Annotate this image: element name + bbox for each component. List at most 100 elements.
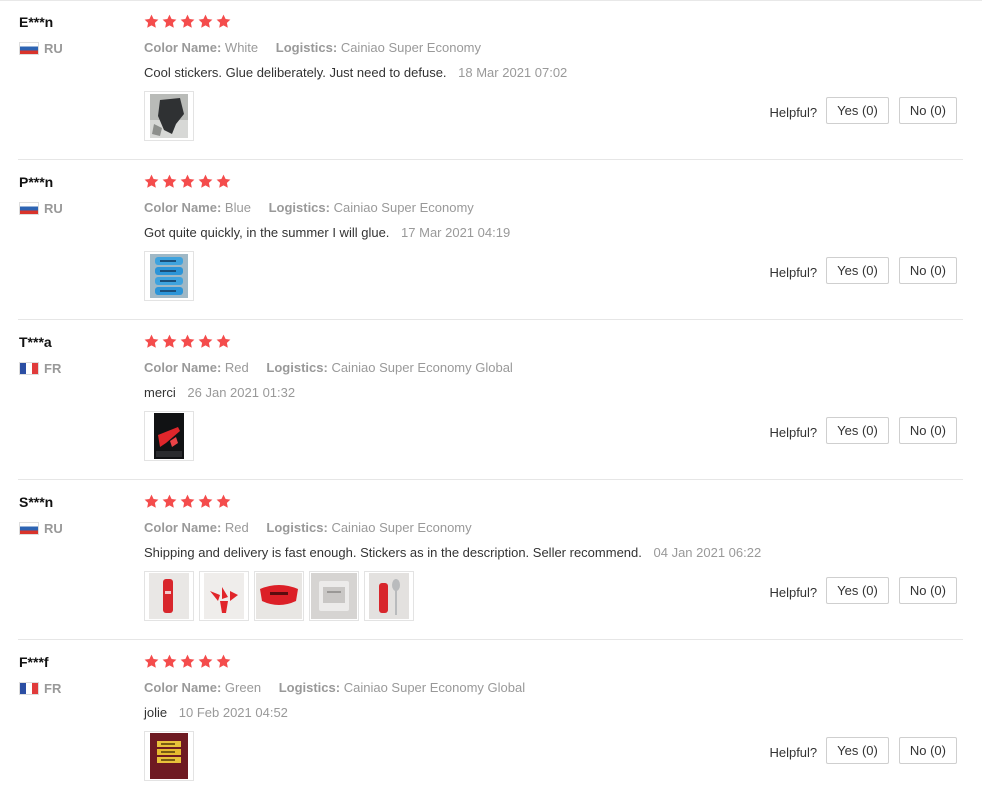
reviewer-name: F***f	[19, 654, 49, 670]
russia-flag-icon	[19, 201, 39, 215]
color-value: White	[224, 40, 259, 55]
logistics-label: Logistics:	[266, 520, 328, 535]
review-photo-thumbnail[interactable]	[144, 571, 194, 621]
star-icon	[162, 174, 177, 188]
review-text: Cool stickers. Glue deliberately. Just n…	[144, 65, 447, 80]
star-rating	[144, 334, 231, 349]
logistics-value: Cainiao Super Economy	[333, 200, 474, 215]
review-photo-thumbnail[interactable]	[144, 251, 194, 301]
logistics-value: Cainiao Super Economy	[340, 40, 482, 55]
review-photo-thumbnail[interactable]	[364, 571, 414, 621]
logistics-value: Cainiao Super Economy Global	[331, 360, 513, 375]
helpful-yes-button[interactable]: Yes (0)	[826, 737, 889, 764]
review-photos	[144, 731, 194, 781]
country-code: RU	[44, 520, 63, 536]
star-icon	[180, 494, 195, 508]
star-icon	[198, 494, 213, 508]
star-icon	[180, 174, 195, 188]
reviewer-country: RU	[19, 520, 63, 536]
helpful-no-button[interactable]: No (0)	[898, 257, 957, 284]
helpful-no-button[interactable]: No (0)	[898, 737, 957, 764]
color-value: Blue	[224, 200, 251, 215]
review-item: T***a FR Color Name: Red Logistics: Cain…	[0, 320, 982, 480]
review-item: F***f FR Color Name: Green Logistics: Ca…	[0, 640, 982, 800]
review-attributes: Color Name: White Logistics: Cainiao Sup…	[144, 40, 481, 55]
helpful-yes-button[interactable]: Yes (0)	[826, 257, 889, 284]
star-icon	[180, 654, 195, 668]
review-photos	[144, 411, 194, 461]
logistics-value: Cainiao Super Economy	[331, 520, 472, 535]
star-icon	[180, 14, 195, 28]
review-item: E***n RU Color Name: White Logistics: Ca…	[0, 0, 982, 160]
logistics-value: Cainiao Super Economy Global	[343, 680, 526, 695]
reviewer-name: S***n	[19, 494, 54, 510]
country-code: FR	[44, 680, 62, 696]
review-attributes: Color Name: Red Logistics: Cainiao Super…	[144, 360, 513, 375]
helpful-yes-button[interactable]: Yes (0)	[826, 417, 889, 444]
reviewer-name: E***n	[19, 14, 54, 30]
helpful-no-button[interactable]: No (0)	[898, 577, 957, 604]
review-body: Shipping and delivery is fast enough. St…	[144, 545, 761, 560]
reviewer-country: RU	[19, 200, 63, 216]
russia-flag-icon	[19, 41, 39, 55]
review-photo-thumbnail[interactable]	[309, 571, 359, 621]
star-icon	[162, 334, 177, 348]
review-body: jolie 10 Feb 2021 04:52	[144, 705, 288, 720]
star-icon	[180, 334, 195, 348]
review-item: S***n RU Color Name: Red Logistics: Cain…	[0, 480, 982, 640]
helpful-no-button[interactable]: No (0)	[898, 417, 957, 444]
color-label: Color Name:	[144, 680, 222, 695]
reviewer-country: RU	[19, 40, 63, 56]
reviewer-name: T***a	[19, 334, 52, 350]
star-rating	[144, 174, 231, 189]
helpful-votes: Helpful? Yes (0) No (0)	[769, 577, 957, 604]
logistics-label: Logistics:	[266, 360, 328, 375]
helpful-label: Helpful?	[769, 265, 818, 280]
helpful-label: Helpful?	[769, 745, 818, 760]
reviewer-country: FR	[19, 360, 61, 376]
review-photo-thumbnail[interactable]	[144, 411, 194, 461]
star-rating	[144, 14, 231, 29]
helpful-yes-button[interactable]: Yes (0)	[826, 97, 889, 124]
star-icon	[216, 654, 231, 668]
review-text: Shipping and delivery is fast enough. St…	[144, 545, 642, 560]
review-body: Cool stickers. Glue deliberately. Just n…	[144, 65, 567, 80]
review-body: Got quite quickly, in the summer I will …	[144, 225, 510, 240]
review-photo-thumbnail[interactable]	[144, 91, 194, 141]
color-label: Color Name:	[144, 360, 222, 375]
color-value: Red	[224, 360, 249, 375]
star-icon	[144, 654, 159, 668]
country-code: FR	[44, 360, 62, 376]
star-rating	[144, 654, 231, 669]
review-attributes: Color Name: Blue Logistics: Cainiao Supe…	[144, 200, 474, 215]
star-rating	[144, 494, 231, 509]
review-photo-thumbnail[interactable]	[144, 731, 194, 781]
france-flag-icon	[19, 361, 39, 375]
review-date: 18 Mar 2021 07:02	[458, 65, 568, 80]
star-icon	[162, 494, 177, 508]
color-label: Color Name:	[144, 200, 222, 215]
review-date: 17 Mar 2021 04:19	[401, 225, 511, 240]
reviewer-name: P***n	[19, 174, 54, 190]
star-icon	[144, 494, 159, 508]
helpful-yes-button[interactable]: Yes (0)	[826, 577, 889, 604]
review-photo-thumbnail[interactable]	[199, 571, 249, 621]
review-photo-thumbnail[interactable]	[254, 571, 304, 621]
star-icon	[216, 14, 231, 28]
star-icon	[216, 494, 231, 508]
helpful-no-button[interactable]: No (0)	[898, 97, 957, 124]
france-flag-icon	[19, 681, 39, 695]
star-icon	[162, 654, 177, 668]
star-icon	[216, 174, 231, 188]
star-icon	[198, 334, 213, 348]
review-photos	[144, 251, 194, 301]
color-value: Red	[224, 520, 249, 535]
reviewer-country: FR	[19, 680, 61, 696]
star-icon	[144, 14, 159, 28]
helpful-label: Helpful?	[769, 425, 818, 440]
review-photos	[144, 571, 414, 621]
helpful-votes: Helpful? Yes (0) No (0)	[769, 97, 957, 124]
color-value: Green	[224, 680, 262, 695]
star-icon	[198, 174, 213, 188]
logistics-label: Logistics:	[278, 680, 341, 695]
